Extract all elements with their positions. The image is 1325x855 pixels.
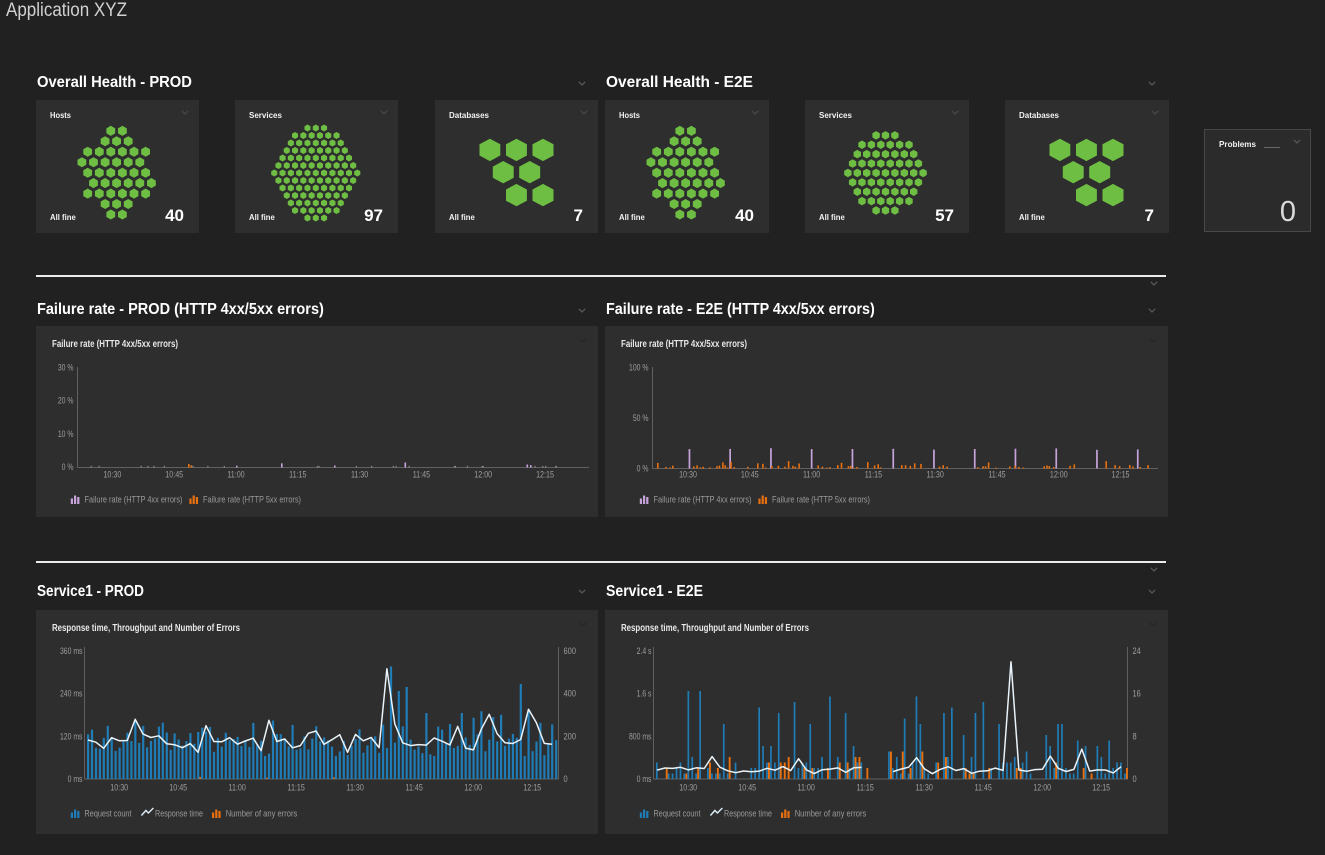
svg-text:12:00: 12:00 — [1050, 470, 1068, 480]
svg-text:12:15: 12:15 — [1112, 470, 1130, 480]
svg-text:360 ms: 360 ms — [60, 646, 83, 656]
svg-text:11:00: 11:00 — [227, 470, 244, 480]
svg-text:11:15: 11:15 — [865, 470, 882, 480]
svg-text:Failure rate (HTTP 4xx/5xx err: Failure rate (HTTP 4xx/5xx errors) — [621, 339, 747, 350]
svg-text:12:15: 12:15 — [536, 470, 554, 480]
svg-text:11:30: 11:30 — [916, 783, 933, 793]
svg-text:11:45: 11:45 — [413, 470, 430, 480]
svg-text:0 %: 0 % — [637, 464, 649, 474]
svg-text:600: 600 — [564, 646, 577, 656]
svg-text:11:45: 11:45 — [988, 470, 1005, 480]
svg-text:20 %: 20 % — [58, 396, 74, 406]
svg-text:Failure rate (HTTP 5xx errors): Failure rate (HTTP 5xx errors) — [772, 495, 870, 506]
svg-text:0: 0 — [1133, 774, 1137, 784]
svg-text:12:15: 12:15 — [523, 783, 541, 793]
svg-text:12:00: 12:00 — [1033, 783, 1051, 793]
svg-text:400: 400 — [564, 689, 577, 699]
svg-text:Failure rate (HTTP 4xx errors): Failure rate (HTTP 4xx errors) — [85, 495, 183, 506]
svg-text:11:00: 11:00 — [229, 783, 246, 793]
svg-text:0: 0 — [564, 774, 568, 784]
svg-text:Failure rate (HTTP 5xx errors): Failure rate (HTTP 5xx errors) — [203, 495, 301, 506]
svg-text:12:00: 12:00 — [474, 470, 492, 480]
svg-text:200: 200 — [564, 731, 577, 741]
svg-text:11:00: 11:00 — [803, 470, 820, 480]
svg-text:8: 8 — [1133, 731, 1137, 741]
svg-text:Response time, Throughput and: Response time, Throughput and Number of … — [52, 623, 240, 634]
svg-text:10:30: 10:30 — [679, 783, 697, 793]
svg-text:10:30: 10:30 — [110, 783, 128, 793]
svg-text:Response time, Throughput and: Response time, Throughput and Number of … — [621, 623, 809, 634]
svg-text:Request count: Request count — [85, 809, 132, 820]
svg-text:Response time: Response time — [155, 809, 203, 820]
svg-text:10:45: 10:45 — [738, 783, 756, 793]
svg-text:11:15: 11:15 — [288, 783, 305, 793]
svg-text:800 ms: 800 ms — [629, 731, 652, 741]
svg-text:10:45: 10:45 — [165, 470, 183, 480]
svg-text:0 ms: 0 ms — [68, 774, 83, 784]
svg-text:11:00: 11:00 — [798, 783, 815, 793]
svg-text:10:45: 10:45 — [169, 783, 187, 793]
svg-text:30 %: 30 % — [58, 363, 74, 373]
svg-text:0 ms: 0 ms — [637, 774, 652, 784]
svg-text:10 %: 10 % — [58, 429, 74, 439]
svg-text:Response time: Response time — [724, 809, 772, 820]
svg-text:Failure rate (HTTP 4xx/5xx err: Failure rate (HTTP 4xx/5xx errors) — [52, 339, 178, 350]
svg-text:10:30: 10:30 — [103, 470, 121, 480]
svg-text:11:45: 11:45 — [406, 783, 423, 793]
svg-text:2.4 s: 2.4 s — [637, 646, 652, 656]
svg-text:50 %: 50 % — [633, 413, 649, 423]
svg-text:Number of any errors: Number of any errors — [795, 809, 867, 820]
svg-text:10:45: 10:45 — [741, 470, 759, 480]
svg-text:Request count: Request count — [654, 809, 701, 820]
svg-text:100 %: 100 % — [629, 363, 649, 373]
svg-text:11:30: 11:30 — [351, 470, 368, 480]
svg-text:12:00: 12:00 — [464, 783, 482, 793]
svg-text:0 %: 0 % — [62, 462, 74, 472]
svg-text:12:15: 12:15 — [1092, 783, 1110, 793]
svg-text:11:30: 11:30 — [927, 470, 944, 480]
svg-text:Number of any errors: Number of any errors — [226, 809, 298, 820]
svg-text:11:45: 11:45 — [975, 783, 992, 793]
svg-text:16: 16 — [1133, 689, 1141, 699]
svg-text:1.6 s: 1.6 s — [637, 689, 652, 699]
svg-text:Failure rate (HTTP 4xx errors): Failure rate (HTTP 4xx errors) — [654, 495, 752, 506]
svg-text:11:30: 11:30 — [347, 783, 364, 793]
svg-text:120 ms: 120 ms — [60, 731, 83, 741]
svg-text:24: 24 — [1133, 646, 1141, 656]
svg-text:11:15: 11:15 — [857, 783, 874, 793]
svg-text:11:15: 11:15 — [289, 470, 306, 480]
svg-text:240 ms: 240 ms — [60, 689, 83, 699]
svg-text:10:30: 10:30 — [679, 470, 697, 480]
